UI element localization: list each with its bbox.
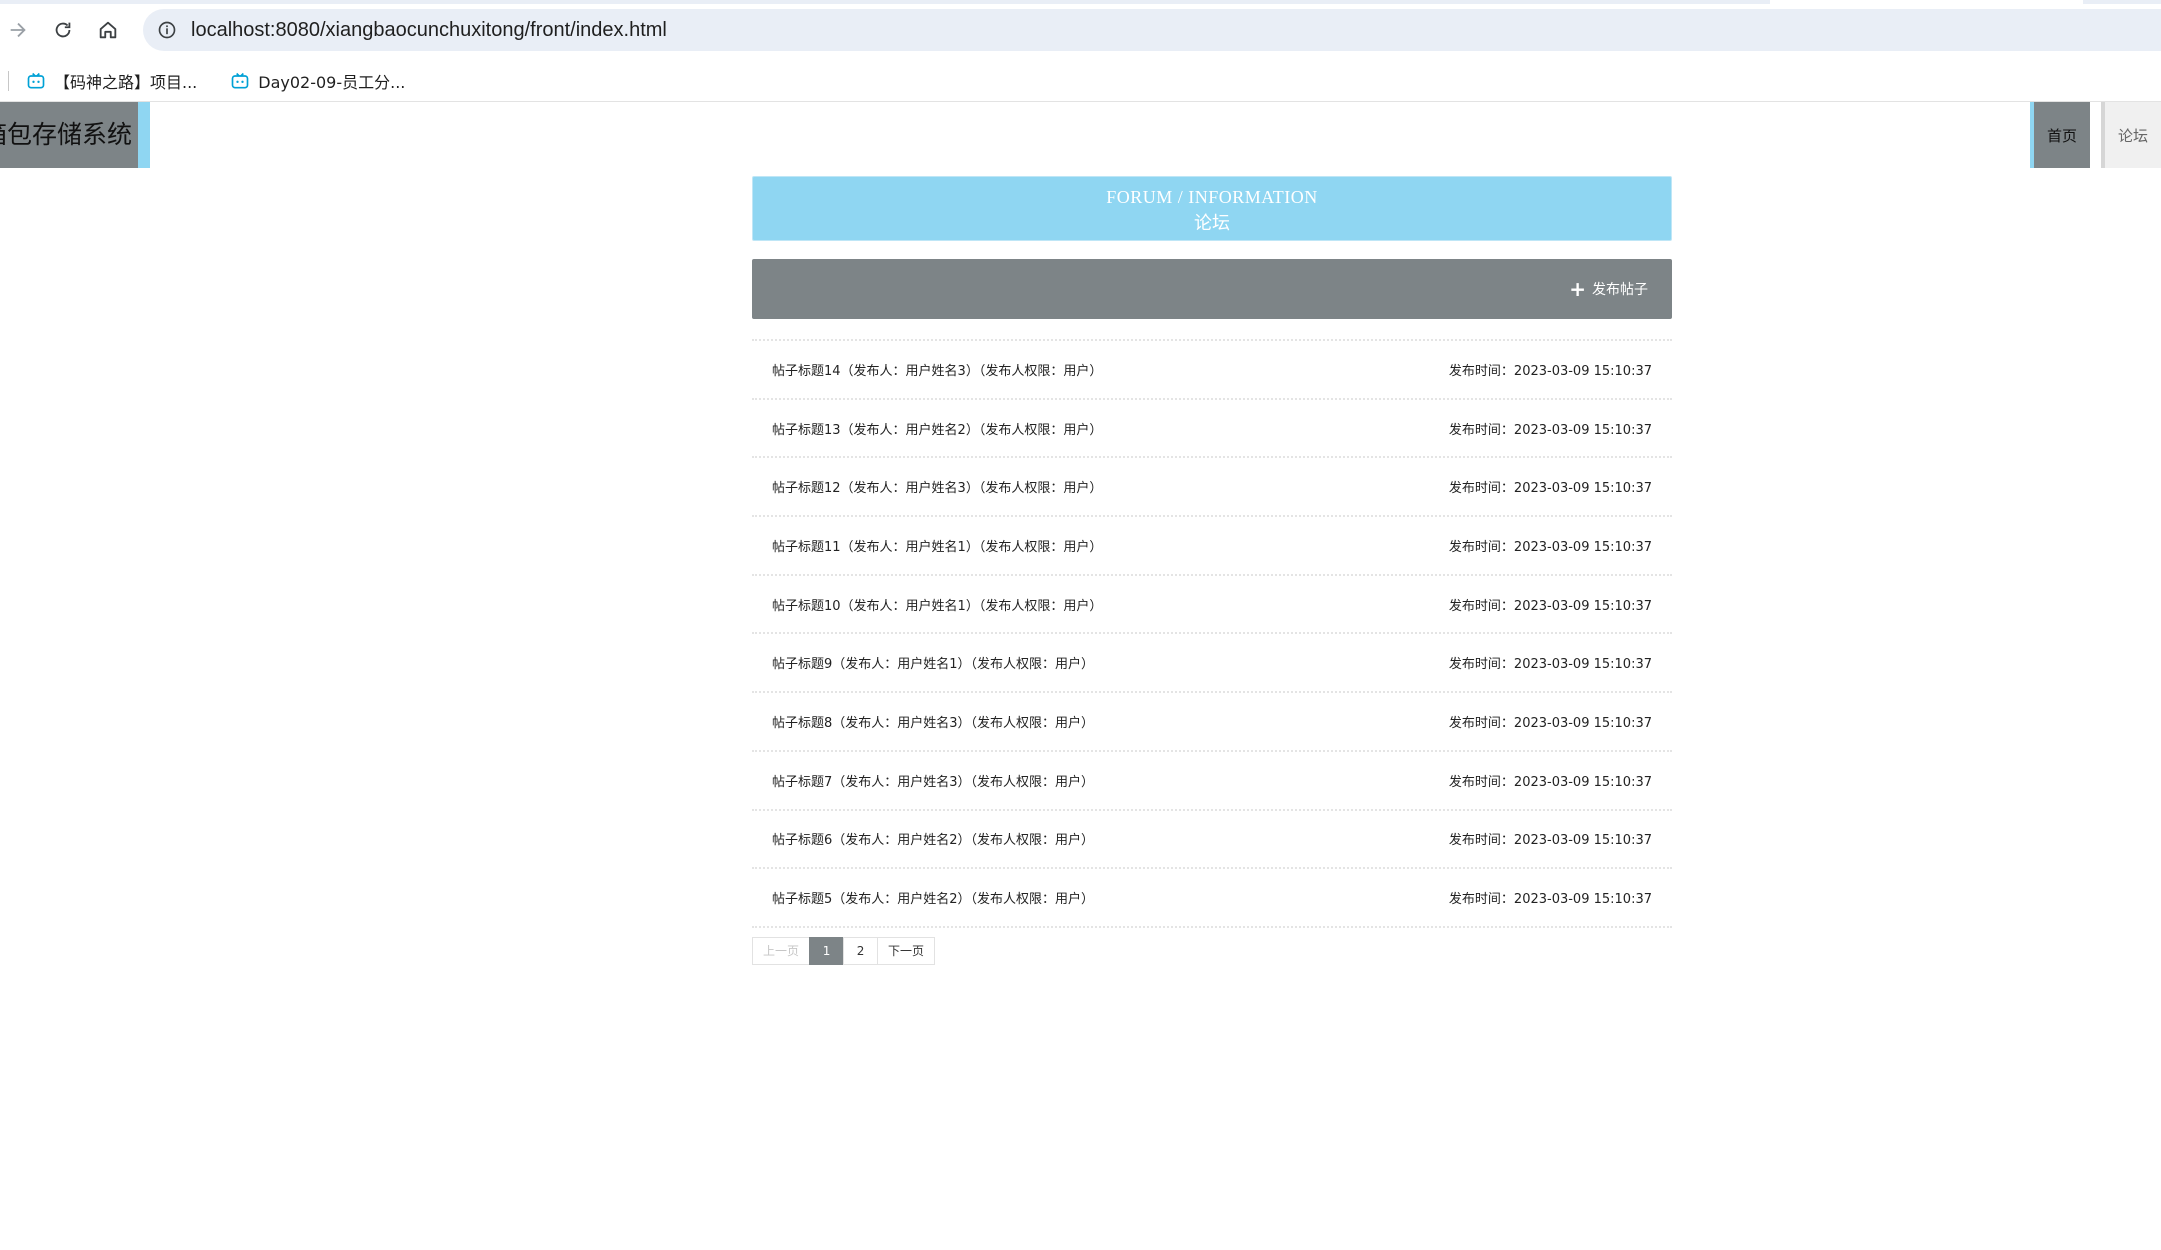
- list-item[interactable]: 帖子标题5（发布人：用户姓名2）（发布人权限：用户） 发布时间：2023-03-…: [752, 869, 1672, 928]
- nav-home[interactable]: 首页: [2030, 102, 2090, 168]
- next-page-button[interactable]: 下一页: [877, 936, 936, 965]
- title-banner: FORUM / INFORMATION 论坛: [752, 176, 1672, 241]
- address-bar[interactable]: localhost:8080/xiangbaocunchuxitong/fron…: [143, 9, 2161, 51]
- pagination: 上一页 1 2 下一页: [752, 936, 1672, 965]
- post-title[interactable]: 帖子标题10（发布人：用户姓名1）（发布人权限：用户）: [772, 595, 1102, 614]
- reload-icon: [55, 22, 71, 38]
- post-title[interactable]: 帖子标题5（发布人：用户姓名2）（发布人权限：用户）: [772, 888, 1094, 907]
- banner-title-en: FORUM / INFORMATION: [1106, 187, 1318, 207]
- post-time: 发布时间：2023-03-09 15:10:37: [1448, 715, 1652, 731]
- post-title[interactable]: 帖子标题6（发布人：用户姓名2）（发布人权限：用户）: [772, 829, 1094, 848]
- bilibili-icon: [231, 72, 249, 88]
- bookmark-label: Day02-09-员工分...: [258, 72, 406, 92]
- arrow-right-icon: [10, 22, 26, 38]
- post-title[interactable]: 帖子标题13（发布人：用户姓名2）（发布人权限：用户）: [772, 419, 1102, 438]
- prev-page-button[interactable]: 上一页: [752, 936, 811, 965]
- home-icon: [99, 21, 117, 39]
- plus-icon: +: [1569, 277, 1586, 301]
- home-button[interactable]: [92, 14, 124, 46]
- bookmark-item[interactable]: Day02-09-员工分...: [230, 65, 405, 97]
- post-time: 发布时间：2023-03-09 15:10:37: [1448, 657, 1652, 673]
- forum-main: FORUM / INFORMATION 论坛 + 发布帖子 帖子标题14（发布人…: [752, 176, 1672, 965]
- publish-post-button[interactable]: + 发布帖子: [1569, 278, 1648, 300]
- list-item[interactable]: 帖子标题11（发布人：用户姓名1）（发布人权限：用户） 发布时间：2023-03…: [752, 517, 1672, 576]
- post-title[interactable]: 帖子标题14（发布人：用户姓名3）（发布人权限：用户）: [772, 360, 1102, 379]
- post-time: 发布时间：2023-03-09 15:10:37: [1448, 892, 1652, 908]
- list-item[interactable]: 帖子标题6（发布人：用户姓名2）（发布人权限：用户） 发布时间：2023-03-…: [752, 811, 1672, 870]
- post-time: 发布时间：2023-03-09 15:10:37: [1448, 598, 1652, 614]
- post-time: 发布时间：2023-03-09 15:10:37: [1448, 539, 1652, 555]
- bilibili-icon: [27, 72, 45, 88]
- page-button-1[interactable]: 1: [809, 936, 845, 965]
- list-item[interactable]: 帖子标题7（发布人：用户姓名3）（发布人权限：用户） 发布时间：2023-03-…: [752, 752, 1672, 811]
- tab-strip: [0, 0, 1770, 4]
- bookmark-item[interactable]: 【码神之路】项目...: [26, 65, 197, 97]
- reload-button[interactable]: [47, 14, 79, 46]
- post-time: 发布时间：2023-03-09 15:10:37: [1448, 833, 1652, 849]
- list-item[interactable]: 帖子标题13（发布人：用户姓名2）（发布人权限：用户） 发布时间：2023-03…: [752, 400, 1672, 459]
- post-time: 发布时间：2023-03-09 15:10:37: [1448, 363, 1652, 379]
- post-title[interactable]: 帖子标题11（发布人：用户姓名1）（发布人权限：用户）: [772, 536, 1102, 555]
- page-button-2[interactable]: 2: [843, 936, 879, 965]
- publish-post-label: 发布帖子: [1592, 282, 1648, 298]
- post-time: 发布时间：2023-03-09 15:10:37: [1448, 774, 1652, 790]
- post-title[interactable]: 帖子标题12（发布人：用户姓名3）（发布人权限：用户）: [772, 477, 1102, 496]
- post-time: 发布时间：2023-03-09 15:10:37: [1448, 481, 1652, 497]
- post-title[interactable]: 帖子标题8（发布人：用户姓名3）（发布人权限：用户）: [772, 712, 1094, 731]
- action-bar: + 发布帖子: [752, 259, 1672, 319]
- site-logo-text[interactable]: 箱包存储系统: [0, 102, 138, 168]
- list-item[interactable]: 帖子标题9（发布人：用户姓名1）（发布人权限：用户） 发布时间：2023-03-…: [752, 634, 1672, 694]
- site-header: 箱包存储系统 首页 论坛: [0, 102, 2161, 168]
- bookmarks-bar: 【码神之路】项目... Day02-09-员工分...: [0, 60, 2161, 102]
- list-item[interactable]: 帖子标题10（发布人：用户姓名1）（发布人权限：用户） 发布时间：2023-03…: [752, 576, 1672, 635]
- bookmark-label: 【码神之路】项目...: [54, 72, 198, 92]
- list-item[interactable]: 帖子标题12（发布人：用户姓名3）（发布人权限：用户） 发布时间：2023-03…: [752, 458, 1672, 518]
- logo-accent-bar: [138, 102, 150, 168]
- browser-toolbar: localhost:8080/xiangbaocunchuxitong/fron…: [0, 0, 2161, 60]
- forward-button[interactable]: [2, 14, 34, 46]
- post-time: 发布时间：2023-03-09 15:10:37: [1448, 422, 1652, 438]
- post-list: 帖子标题14（发布人：用户姓名3）（发布人权限：用户） 发布时间：2023-03…: [752, 339, 1672, 928]
- site-info-icon[interactable]: [149, 9, 185, 51]
- post-title[interactable]: 帖子标题7（发布人：用户姓名3）（发布人权限：用户）: [772, 771, 1094, 790]
- banner-title-cn: 论坛: [1194, 213, 1230, 233]
- url-text[interactable]: localhost:8080/xiangbaocunchuxitong/fron…: [191, 19, 667, 42]
- list-item[interactable]: 帖子标题14（发布人：用户姓名3）（发布人权限：用户） 发布时间：2023-03…: [752, 341, 1672, 400]
- tab-strip-end: [2083, 0, 2161, 4]
- nav-forum[interactable]: 论坛: [2101, 102, 2161, 168]
- post-title[interactable]: 帖子标题9（发布人：用户姓名1）（发布人权限：用户）: [772, 653, 1094, 672]
- bookmarks-divider: [8, 70, 9, 91]
- list-item[interactable]: 帖子标题8（发布人：用户姓名3）（发布人权限：用户） 发布时间：2023-03-…: [752, 693, 1672, 752]
